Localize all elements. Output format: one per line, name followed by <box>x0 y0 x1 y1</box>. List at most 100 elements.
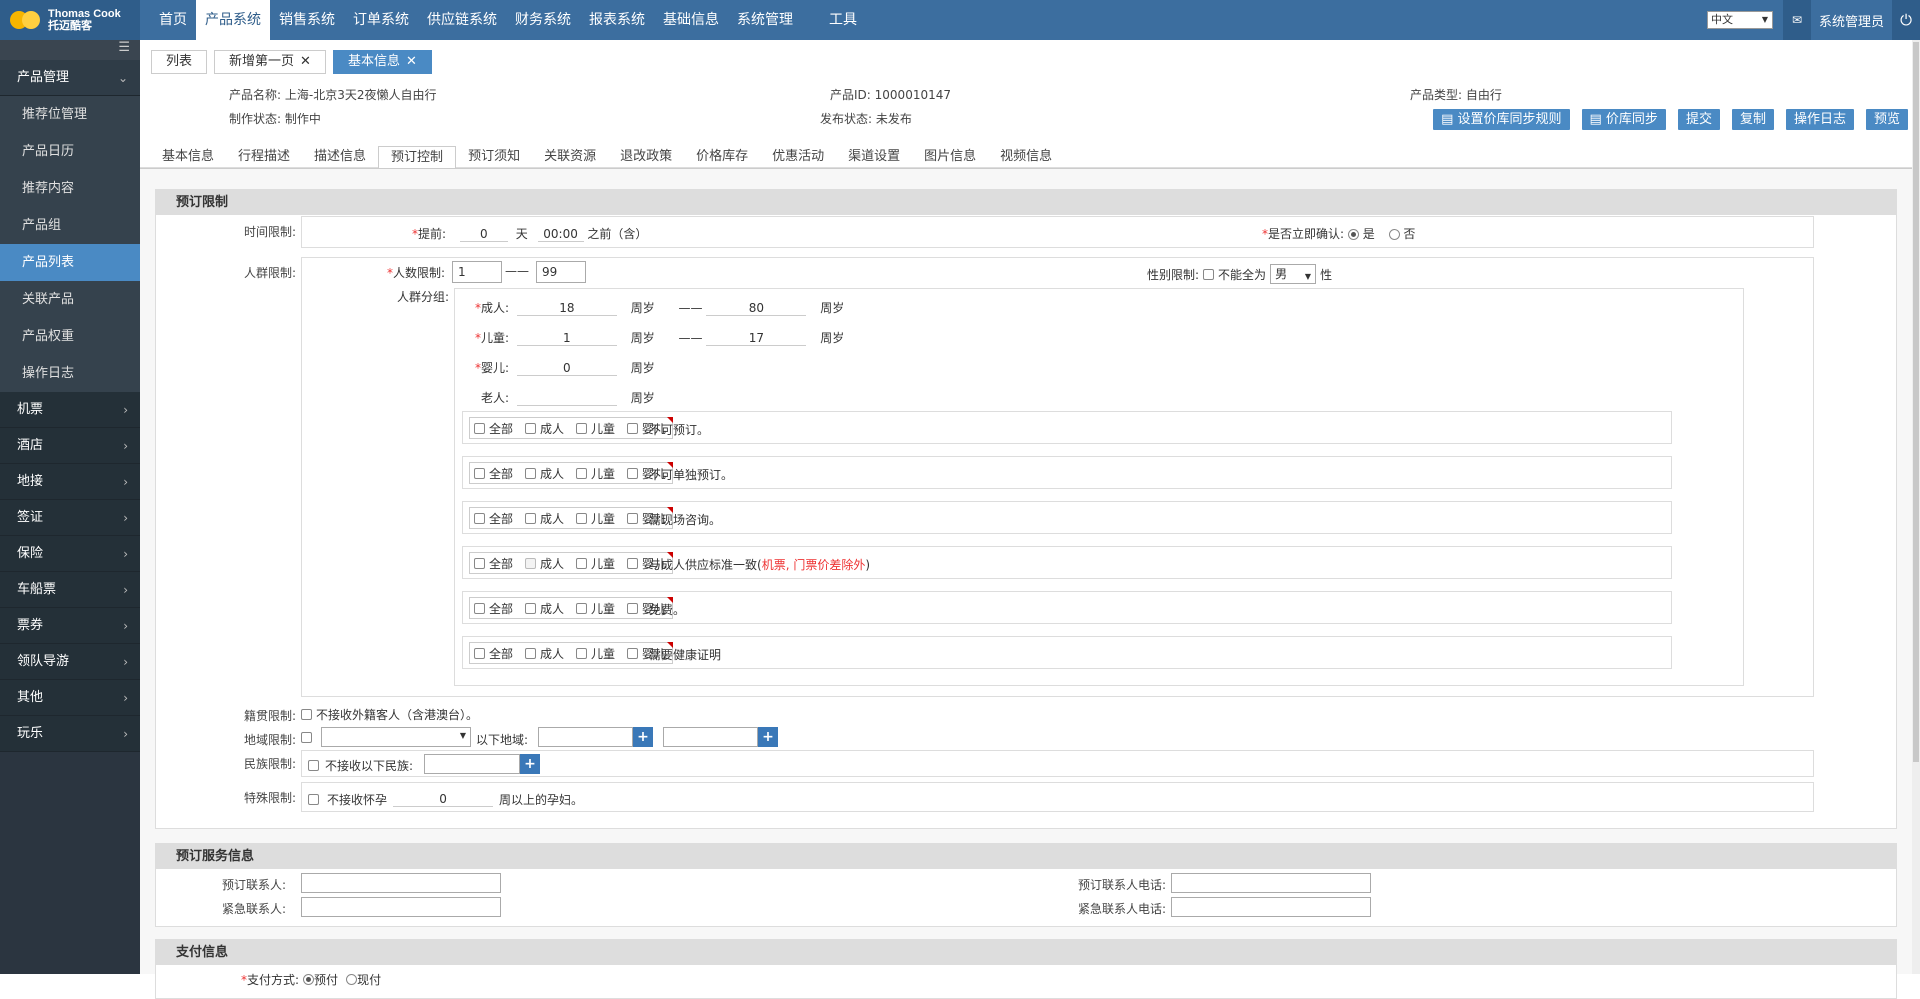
chk-adult[interactable]: 成人 <box>525 555 564 572</box>
subtab-channel[interactable]: 渠道设置 <box>836 146 912 168</box>
sidebar-group-local[interactable]: 地接 › <box>0 464 140 500</box>
chk-child[interactable]: 儿童 <box>576 645 615 662</box>
count-min-input[interactable]: 1 <box>452 261 502 283</box>
special-checkbox[interactable] <box>308 794 319 805</box>
adult-min-input[interactable]: 18 <box>516 301 617 316</box>
region-checkbox[interactable] <box>301 732 312 743</box>
chk-all[interactable]: 全部 <box>474 600 513 617</box>
power-icon[interactable]: ⏻ <box>1892 0 1920 40</box>
chk-adult[interactable]: 成人 <box>525 465 564 482</box>
checkbox[interactable] <box>576 557 588 569</box>
subtab-itinerary[interactable]: 行程描述 <box>226 146 302 168</box>
chk-child[interactable]: 儿童 <box>576 510 615 527</box>
region-input-1[interactable] <box>538 727 633 747</box>
child-max-input[interactable]: 17 <box>706 331 807 346</box>
scrollbar-thumb[interactable] <box>1913 42 1919 762</box>
checkbox[interactable] <box>474 647 485 659</box>
nav-reports[interactable]: 报表系统 <box>580 0 654 40</box>
sidebar-item-product-group[interactable]: 产品组 <box>0 207 140 244</box>
infant-min-input[interactable]: 0 <box>516 361 617 376</box>
nav-sales-system[interactable]: 销售系统 <box>270 0 344 40</box>
contact-phone-input[interactable] <box>1171 873 1371 893</box>
chk-all[interactable]: 全部 <box>474 465 513 482</box>
nav-product-system[interactable]: 产品系统 <box>196 0 270 40</box>
region-input-2[interactable] <box>663 727 758 747</box>
chk-all[interactable]: 全部 <box>474 645 513 662</box>
sidebar-group-hotel[interactable]: 酒店 › <box>0 428 140 464</box>
checkbox[interactable] <box>627 602 639 614</box>
checkbox[interactable] <box>525 647 537 659</box>
chk-all[interactable]: 全部 <box>474 420 513 437</box>
subtab-basic[interactable]: 基本信息 <box>150 146 226 168</box>
sidebar-item-recommend-content[interactable]: 推荐内容 <box>0 170 140 207</box>
chk-child[interactable]: 儿童 <box>576 555 615 572</box>
checkbox[interactable] <box>474 467 485 479</box>
sidebar-group-visa[interactable]: 签证 › <box>0 500 140 536</box>
checkbox[interactable] <box>627 512 639 524</box>
gender-checkbox[interactable] <box>1203 268 1215 280</box>
checkbox[interactable] <box>525 602 537 614</box>
sidebar-group-flight[interactable]: 机票 › <box>0 392 140 428</box>
chk-child[interactable]: 儿童 <box>576 600 615 617</box>
subtab-description[interactable]: 描述信息 <box>302 146 378 168</box>
tab-basic-info[interactable]: 基本信息 ✕ <box>332 50 432 74</box>
subtab-resources[interactable]: 关联资源 <box>532 146 608 168</box>
emergency-phone-input[interactable] <box>1171 897 1371 917</box>
sidebar-item-weight[interactable]: 产品权重 <box>0 318 140 355</box>
nav-finance[interactable]: 财务系统 <box>506 0 580 40</box>
checkbox[interactable] <box>576 647 588 659</box>
sidebar-item-related[interactable]: 关联产品 <box>0 281 140 318</box>
tab-list[interactable]: 列表 <box>151 50 208 74</box>
child-min-input[interactable]: 1 <box>516 331 617 346</box>
subtab-promotion[interactable]: 优惠活动 <box>760 146 836 168</box>
checkbox[interactable] <box>474 512 485 524</box>
count-max-input[interactable]: 99 <box>536 261 586 283</box>
submit-button[interactable]: 提交 <box>1677 109 1720 130</box>
nav-tools[interactable]: 工具 <box>820 0 866 40</box>
adult-max-input[interactable]: 80 <box>706 301 807 316</box>
checkbox[interactable] <box>627 422 639 434</box>
sidebar-group-guide[interactable]: 领队导游 › <box>0 644 140 680</box>
sidebar-group-fun[interactable]: 玩乐 › <box>0 716 140 752</box>
mail-icon[interactable]: ✉ <box>1782 0 1811 40</box>
chk-all[interactable]: 全部 <box>474 510 513 527</box>
advance-days-input[interactable]: 0 <box>459 227 508 242</box>
nav-system-admin[interactable]: 系统管理 <box>728 0 802 40</box>
contact-input[interactable] <box>301 873 501 893</box>
menu-collapse-icon[interactable]: ☰ <box>0 40 140 60</box>
brand-logo[interactable]: Thomas Cook 托迈酷客 <box>0 0 140 40</box>
checkbox[interactable] <box>576 512 588 524</box>
sidebar-item-calendar[interactable]: 产品日历 <box>0 133 140 170</box>
subtab-refund[interactable]: 退改政策 <box>608 146 684 168</box>
checkbox[interactable] <box>474 422 485 434</box>
checkbox[interactable] <box>474 557 485 569</box>
sidebar-item-recommend-slot[interactable]: 推荐位管理 <box>0 96 140 133</box>
close-icon[interactable]: ✕ <box>300 54 311 69</box>
ethnic-input[interactable] <box>424 754 520 774</box>
checkbox[interactable] <box>525 512 537 524</box>
checkbox[interactable] <box>627 557 639 569</box>
confirm-yes-radio[interactable] <box>1347 229 1359 240</box>
pregnancy-weeks-input[interactable]: 0 <box>393 792 494 807</box>
chk-all[interactable]: 全部 <box>474 555 513 572</box>
add-region-icon[interactable]: + <box>633 727 653 747</box>
chk-child[interactable]: 儿童 <box>576 465 615 482</box>
region-select[interactable] <box>321 727 471 747</box>
sidebar-item-oplog[interactable]: 操作日志 <box>0 355 140 392</box>
emergency-input[interactable] <box>301 897 501 917</box>
ethnic-checkbox[interactable] <box>308 760 319 771</box>
onsite-pay-radio[interactable] <box>346 974 358 985</box>
subtab-notice[interactable]: 预订须知 <box>456 146 532 168</box>
chk-adult[interactable]: 成人 <box>525 510 564 527</box>
gender-select[interactable]: 男 <box>1270 264 1317 286</box>
subtab-images[interactable]: 图片信息 <box>912 146 988 168</box>
sidebar-item-product-list[interactable]: 产品列表 <box>0 244 140 281</box>
add-ethnic-icon[interactable]: + <box>520 754 540 774</box>
preview-button[interactable]: 预览 <box>1865 109 1908 130</box>
page-scrollbar[interactable] <box>1912 40 1920 974</box>
sidebar-group-tickets[interactable]: 票券 › <box>0 608 140 644</box>
oplog-button[interactable]: 操作日志 <box>1785 109 1854 130</box>
nav-base-info[interactable]: 基础信息 <box>654 0 728 40</box>
user-name[interactable]: 系统管理员 <box>1811 11 1892 30</box>
checkbox[interactable] <box>525 467 537 479</box>
